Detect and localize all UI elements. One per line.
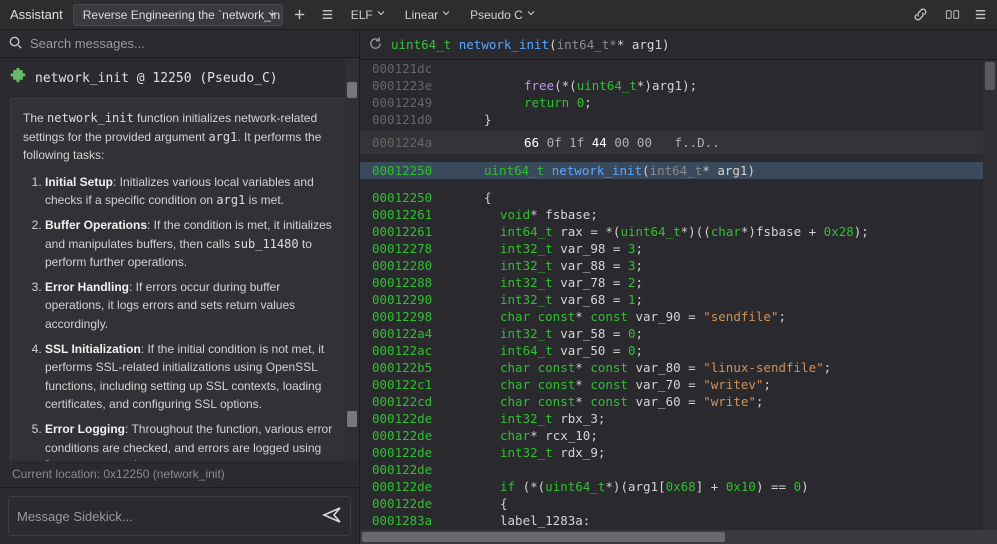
chat-header: network_init @ 12250 (Pseudo_C)	[0, 58, 359, 94]
chat-title: network_init @ 12250 (Pseudo_C)	[35, 71, 278, 86]
code-line[interactable]: 000122dechar* rcx_10;	[360, 427, 997, 444]
code-line[interactable]: 000122b5char const* const var_80 = "linu…	[360, 359, 997, 376]
function-signature: uint64_t network_init(int64_t** arg1)	[391, 37, 670, 52]
main-split: network_init @ 12250 (Pseudo_C) The netw…	[0, 30, 997, 544]
link-button[interactable]	[909, 4, 931, 26]
refresh-icon[interactable]	[368, 36, 383, 54]
code-line[interactable]: 00012250uint64_t network_init(int64_t* a…	[360, 162, 997, 179]
session-tab-select[interactable]: Reverse Engineering the `network_in	[73, 4, 283, 26]
message-input-row	[8, 496, 351, 536]
split-view-button[interactable]	[941, 4, 963, 26]
code-line[interactable]: 0001223efree(*(uint64_t*)arg1);	[360, 77, 997, 94]
puzzle-icon	[10, 68, 27, 88]
code-line[interactable]: 000122deint32_t rdx_9;	[360, 444, 997, 461]
more-menu-button[interactable]	[969, 4, 991, 26]
code-line[interactable]: 0001224a66 0f 1f 44 00 00 f..D..	[360, 134, 997, 151]
assistant-scroll[interactable]: network_init @ 12250 (Pseudo_C) The netw…	[0, 58, 359, 461]
message-input[interactable]	[17, 509, 322, 524]
code-hscroll[interactable]	[360, 530, 997, 544]
assistant-scrollbar[interactable]	[345, 58, 359, 461]
code-line[interactable]: 000122deint32_t rbx_3;	[360, 410, 997, 427]
explanation-card: The network_init function initializes ne…	[10, 98, 349, 461]
current-location: Current location: 0x12250 (network_init)	[0, 461, 359, 488]
chevron-down-icon	[525, 7, 537, 22]
search-input[interactable]	[30, 36, 351, 51]
chevron-down-icon	[266, 8, 278, 23]
code-line[interactable]: 00012288int32_t var_78 = 2;	[360, 274, 997, 291]
code-line[interactable]: 000122deif (*(uint64_t*)(arg1[0x68] + 0x…	[360, 478, 997, 495]
function-bar: uint64_t network_init(int64_t** arg1)	[360, 30, 997, 60]
code-line[interactable]: 00012261void* fsbase;	[360, 206, 997, 223]
view-mode-dropdown[interactable]: Linear	[399, 7, 458, 22]
top-toolbar: Assistant Reverse Engineering the `netwo…	[0, 0, 997, 30]
code-line[interactable]: 00012290int32_t var_68 = 1;	[360, 291, 997, 308]
code-line[interactable]: 000121dc	[360, 60, 997, 77]
code-line[interactable]: 000122a4int32_t var_58 = 0;	[360, 325, 997, 342]
code-line[interactable]: 00012280int32_t var_88 = 3;	[360, 257, 997, 274]
code-line[interactable]: 00012249return 0;	[360, 94, 997, 111]
new-tab-button[interactable]	[289, 4, 311, 26]
code-line[interactable]: 0001283alabel_1283a:	[360, 512, 997, 529]
code-line[interactable]: 000122de{	[360, 495, 997, 512]
file-type-dropdown[interactable]: ELF	[345, 7, 393, 22]
chevron-down-icon	[440, 7, 452, 22]
code-panel: uint64_t network_init(int64_t** arg1) 00…	[360, 30, 997, 544]
code-line[interactable]: 000122c1char const* const var_70 = "writ…	[360, 376, 997, 393]
code-line[interactable]: 00012298char const* const var_90 = "send…	[360, 308, 997, 325]
send-icon[interactable]	[322, 505, 342, 528]
assistant-label: Assistant	[6, 7, 67, 22]
code-line[interactable]: 000122cdchar const* const var_60 = "writ…	[360, 393, 997, 410]
code-area[interactable]: 000121dc0001223efree(*(uint64_t*)arg1);0…	[360, 60, 997, 530]
assistant-panel: network_init @ 12250 (Pseudo_C) The netw…	[0, 30, 360, 544]
code-line[interactable]: 000122acint64_t var_50 = 0;	[360, 342, 997, 359]
code-line[interactable]: 00012261int64_t rax = *(uint64_t*)((char…	[360, 223, 997, 240]
search-row	[0, 30, 359, 58]
code-scrollbar[interactable]	[983, 60, 997, 530]
code-line[interactable]: 00012250{	[360, 189, 997, 206]
language-dropdown[interactable]: Pseudo C	[464, 7, 543, 22]
code-line[interactable]: 00012278int32_t var_98 = 3;	[360, 240, 997, 257]
session-tab-title: Reverse Engineering the `network_in	[83, 8, 280, 22]
chevron-down-icon	[375, 7, 387, 22]
search-icon	[8, 35, 23, 53]
hamburger-menu-button[interactable]	[317, 4, 339, 26]
code-line[interactable]: 000121d0}	[360, 111, 997, 128]
code-line[interactable]: 000122de	[360, 461, 997, 478]
